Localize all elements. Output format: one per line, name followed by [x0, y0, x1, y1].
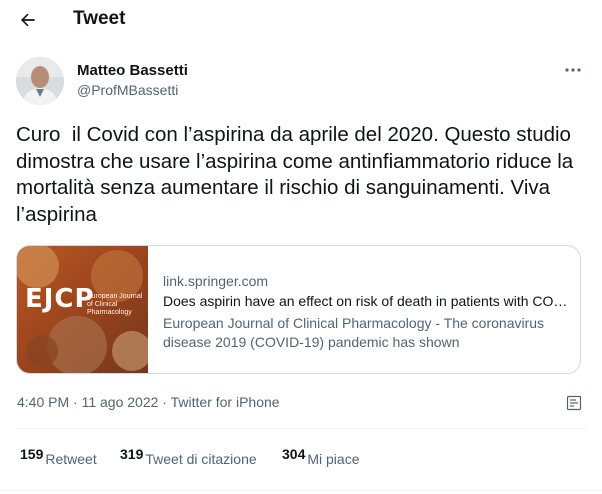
tweet-header: Tweet	[0, 0, 602, 40]
card-body: link.springer.com Does aspirin have an e…	[163, 246, 573, 373]
quotes-label: Tweet di citazione	[145, 451, 257, 467]
page-title: Tweet	[73, 8, 126, 29]
divider	[16, 428, 586, 429]
retweets-stat[interactable]: 159 Retweet	[20, 446, 97, 467]
journal-logo-subtitle: European Journal of Clinical Pharmacolog…	[87, 293, 143, 316]
card-thumbnail: EJCP European Journal of Clinical Pharma…	[17, 246, 148, 373]
meta-separator: ·	[69, 394, 82, 410]
arrow-left-icon	[21, 13, 35, 27]
quotes-stat[interactable]: 319 Tweet di citazione	[120, 446, 257, 467]
analytics-icon	[566, 395, 582, 411]
divider	[0, 490, 602, 491]
tweet-text: Curo il Covid con l’aspirina da aprile d…	[16, 123, 579, 226]
tweet-meta: 4:40 PM · 11 ago 2022 · Twitter for iPho…	[17, 394, 280, 410]
author-handle[interactable]: @ProfMBassetti	[77, 82, 178, 98]
tweet-date[interactable]: 11 ago 2022	[82, 394, 159, 410]
author-name[interactable]: Matteo Bassetti	[77, 62, 188, 79]
link-card[interactable]: EJCP European Journal of Clinical Pharma…	[16, 245, 581, 374]
likes-label: Mi piace	[307, 451, 360, 467]
meta-separator: ·	[158, 394, 171, 410]
avatar[interactable]	[16, 57, 64, 105]
back-button[interactable]	[14, 6, 42, 34]
card-title[interactable]: Does aspirin have an effect on risk of d…	[163, 293, 573, 309]
retweets-count: 159	[20, 446, 44, 462]
more-horizontal-icon	[565, 68, 581, 72]
tweet-source[interactable]: Twitter for iPhone	[171, 394, 280, 410]
likes-count: 304	[282, 446, 306, 462]
card-domain: link.springer.com	[163, 273, 269, 289]
journal-logo: EJCP	[25, 284, 95, 314]
likes-stat[interactable]: 304 Mi piace	[282, 446, 360, 467]
tweet-time[interactable]: 4:40 PM	[17, 394, 69, 410]
retweets-label: Retweet	[45, 451, 97, 467]
quotes-count: 319	[120, 446, 144, 462]
more-options-button[interactable]	[560, 60, 586, 80]
analytics-button[interactable]	[565, 394, 583, 412]
card-description: European Journal of Clinical Pharmacolog…	[163, 315, 545, 350]
